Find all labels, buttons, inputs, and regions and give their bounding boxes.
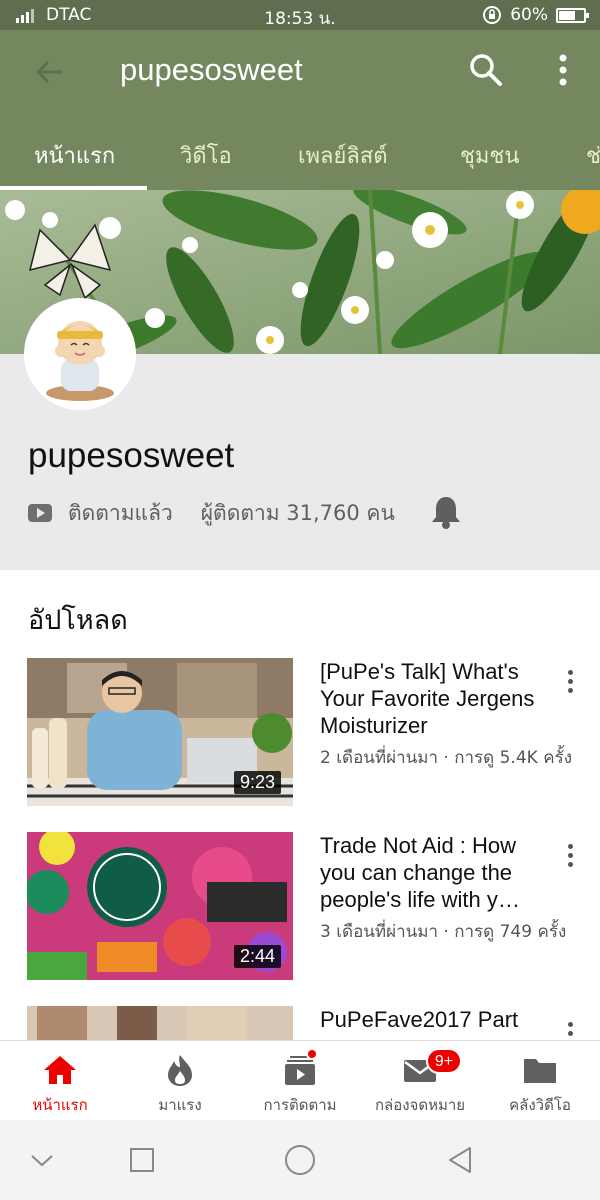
back-arrow-icon[interactable]	[28, 52, 68, 92]
library-icon	[524, 1059, 556, 1083]
home-icon	[44, 1056, 76, 1084]
bottom-navigation: หน้าแรก มาแรง การติดตาม กล่องจดหมาย คลัง…	[0, 1040, 600, 1120]
tab-videos[interactable]: วิดีโอ	[180, 138, 232, 173]
battery-icon	[556, 7, 589, 23]
video-item[interactable]: PuPeFave2017 Part	[0, 1006, 600, 1040]
system-navigation-bar	[0, 1120, 600, 1200]
back-button-icon[interactable]	[440, 1140, 480, 1180]
nav-inbox[interactable]: กล่องจดหมาย	[360, 1041, 480, 1121]
video-meta: 2 เดือนที่ผ่านมา · การดู 5.4K ครั้ง	[320, 748, 573, 768]
uploads-heading: อัปโหลด	[28, 605, 128, 636]
tab-home[interactable]: หน้าแรก	[34, 138, 115, 173]
subscriber-count: ผู้ติดตาม 31,760 คน	[200, 500, 395, 525]
video-title[interactable]: Trade Not Aid : How you can change the p…	[320, 832, 550, 913]
inbox-badge: 9+	[426, 1048, 462, 1074]
nav-inbox-label: กล่องจดหมาย	[374, 1096, 466, 1114]
video-more-icon[interactable]	[560, 1022, 580, 1040]
status-bar: DTAC 18:53 น. 60%	[0, 0, 600, 30]
subscription-row: ติดตามแล้ว ผู้ติดตาม 31,760 คน	[28, 496, 395, 530]
tab-community[interactable]: ชุมชน	[460, 138, 519, 173]
video-item[interactable]: 2:44 Trade Not Aid : How you can change …	[0, 832, 600, 982]
nav-home-label: หน้าแรก	[32, 1096, 88, 1114]
video-item[interactable]: 9:23 [PuPe's Talk] What's Your Favorite …	[0, 658, 600, 808]
video-more-icon[interactable]	[560, 844, 580, 874]
tab-channels[interactable]: ช่	[586, 138, 600, 173]
video-duration: 9:23	[233, 771, 281, 794]
nav-library-label: คลังวิดีโอ	[509, 1096, 571, 1114]
nav-trending[interactable]: มาแรง	[120, 1041, 240, 1121]
video-more-icon[interactable]	[560, 670, 580, 700]
avatar[interactable]	[24, 298, 136, 410]
video-thumbnail[interactable]	[27, 1006, 293, 1040]
nav-trending-label: มาแรง	[158, 1096, 202, 1114]
nav-library[interactable]: คลังวิดีโอ	[480, 1041, 600, 1121]
tab-playlists[interactable]: เพลย์ลิสต์	[298, 138, 388, 173]
recent-apps-icon[interactable]	[122, 1140, 162, 1180]
channel-tabs: หน้าแรก วิดีโอ เพลย์ลิสต์ ชุมชน ช่	[0, 116, 600, 190]
notification-bell-icon[interactable]	[430, 494, 462, 530]
video-thumbnail[interactable]: 2:44	[27, 832, 293, 980]
rotation-lock-icon	[483, 6, 502, 24]
search-icon[interactable]	[466, 50, 506, 90]
subscribed-button[interactable]: ติดตามแล้ว	[68, 497, 173, 530]
battery-percent: 60%	[510, 5, 548, 25]
more-options-icon[interactable]	[548, 50, 578, 90]
nav-subscriptions-label: การติดตาม	[263, 1096, 337, 1114]
channel-title: pupesosweet	[120, 52, 303, 87]
video-meta: 3 เดือนที่ผ่านมา · การดู 749 ครั้ง	[320, 922, 567, 942]
video-thumbnail[interactable]: 9:23	[27, 658, 293, 806]
video-title[interactable]: [PuPe's Talk] What's Your Favorite Jerge…	[320, 658, 550, 739]
nav-subscriptions[interactable]: การติดตาม	[240, 1041, 360, 1121]
subscriptions-new-dot	[306, 1048, 318, 1060]
nav-home[interactable]: หน้าแรก	[0, 1041, 120, 1121]
channel-name: pupesosweet	[28, 436, 235, 475]
home-button-icon[interactable]	[280, 1140, 320, 1180]
video-duration: 2:44	[233, 945, 281, 968]
trending-icon	[168, 1055, 192, 1086]
app-bar: pupesosweet	[0, 30, 600, 116]
youtube-icon	[28, 504, 52, 522]
video-title[interactable]: PuPeFave2017 Part	[320, 1006, 550, 1033]
chevron-down-icon[interactable]	[22, 1140, 62, 1180]
